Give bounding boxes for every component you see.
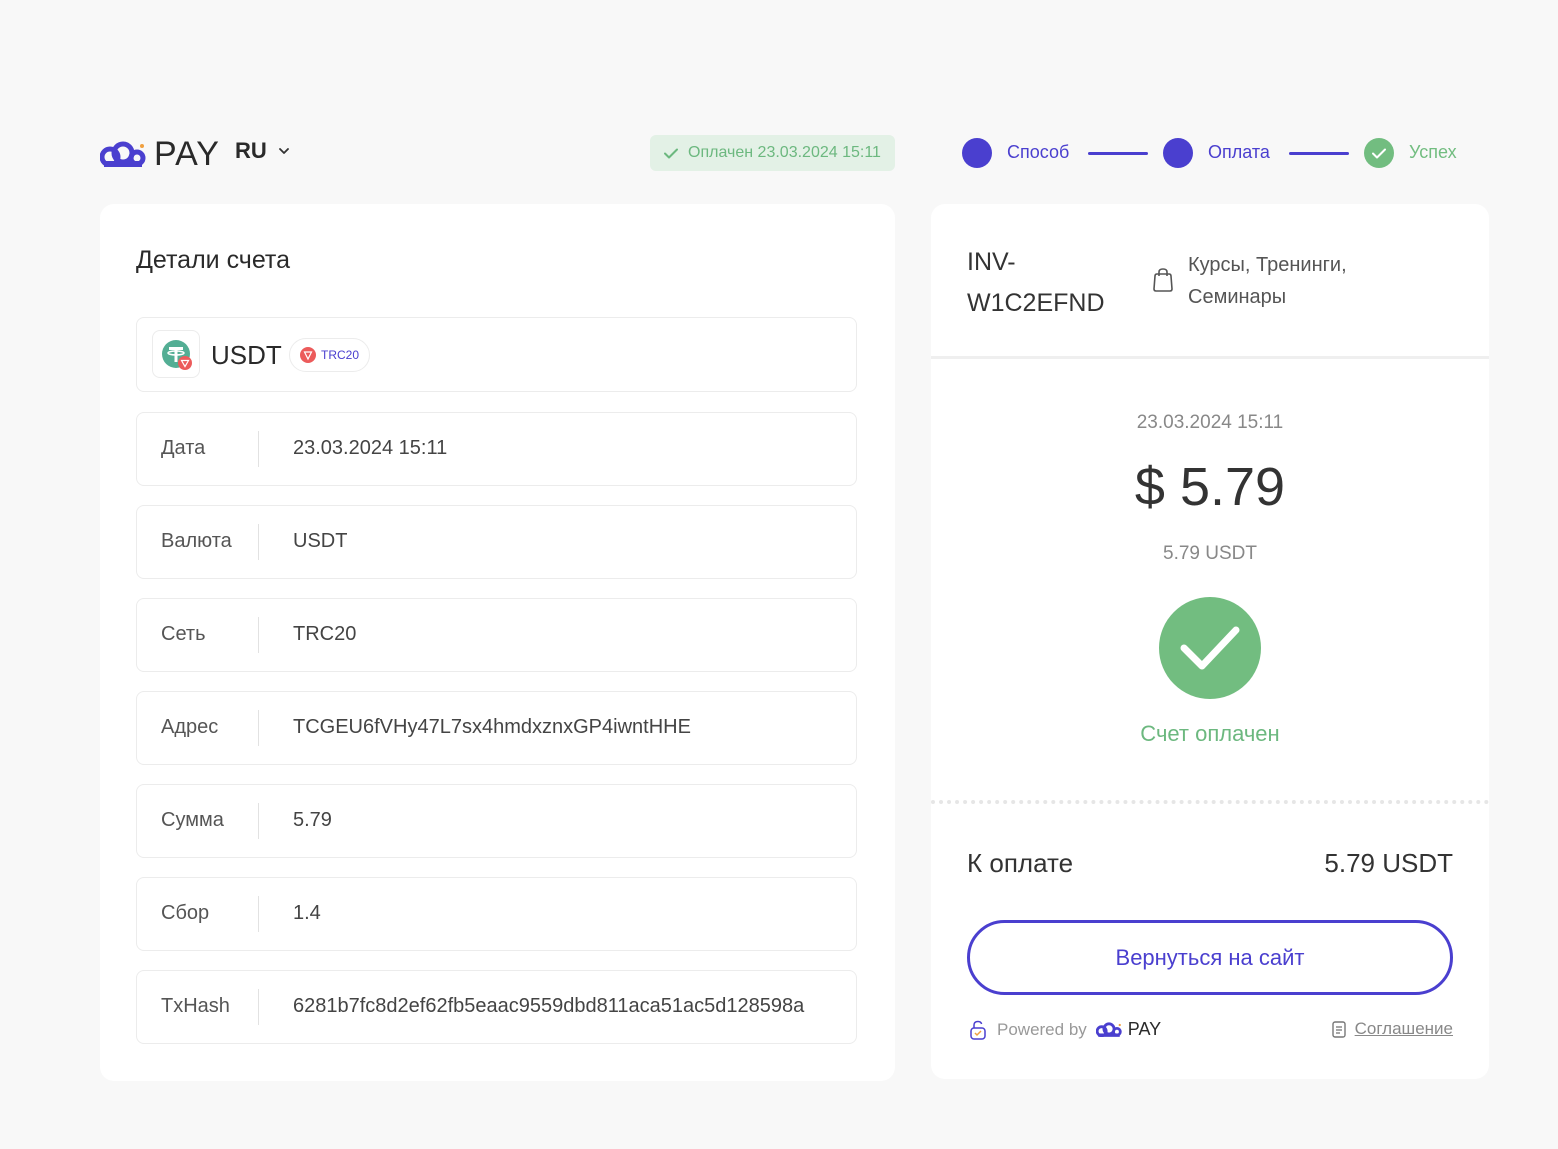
divider <box>258 803 259 839</box>
success-check-icon <box>1159 597 1261 699</box>
divider <box>931 356 1489 359</box>
powered-by-text: Powered by <box>997 1019 1087 1039</box>
step-connector <box>1289 152 1349 155</box>
detail-label: Сбор <box>161 902 210 924</box>
check-icon <box>664 148 679 158</box>
document-icon <box>1331 1020 1346 1038</box>
brand-name: PAY <box>154 134 220 173</box>
agreement-link[interactable]: Соглашение <box>1331 1019 1453 1039</box>
step-dot-method <box>962 138 992 168</box>
details-title: Детали счета <box>136 246 290 274</box>
language-code: RU <box>235 138 267 163</box>
detail-value: 5.79 <box>293 809 332 831</box>
check-icon <box>1372 148 1386 158</box>
shopping-bag-icon <box>1153 268 1173 292</box>
divider <box>258 989 259 1025</box>
amount-due-label: К оплате <box>967 848 1074 878</box>
detail-value[interactable]: 6281b7fc8d2ef62fb5eaac9559dbd811aca51ac5… <box>293 995 804 1018</box>
paid-status-badge: Оплачен 23.03.2024 15:11 <box>650 135 895 171</box>
progress-stepper: Способ Оплата Успех <box>962 138 1482 168</box>
step-dot-payment <box>1163 138 1193 168</box>
paid-status-text: Оплачен 23.03.2024 15:11 <box>688 144 881 161</box>
tron-icon <box>300 347 316 363</box>
payment-amount: $ 5.79 <box>1134 457 1286 517</box>
detail-row-network: Сеть TRC20 <box>136 598 857 672</box>
detail-row-amount: Сумма 5.79 <box>136 784 857 858</box>
detail-label: Адрес <box>161 716 219 738</box>
payment-amount-crypto: 5.79 USDT <box>1163 543 1257 564</box>
divider <box>258 896 259 932</box>
divider <box>258 431 259 467</box>
cloud-logo-icon <box>100 141 146 167</box>
invoice-details-card: Детали счета USDT TRC20 Дата 23.03.2024 … <box>100 204 895 1081</box>
detail-row-address: Адрес TCGEU6fVHy47L7sx4hmdxznxGP4iwntHHE <box>136 691 857 765</box>
detail-label: Сеть <box>161 623 206 645</box>
detail-value: USDT <box>293 530 348 552</box>
divider <box>258 524 259 560</box>
step-label-success: Успех <box>1409 142 1457 162</box>
detail-value[interactable]: TCGEU6fVHy47L7sx4hmdxznxGP4iwntHHE <box>293 716 691 739</box>
step-connector <box>1088 152 1148 155</box>
step-label-method: Способ <box>1007 142 1070 162</box>
payment-summary-card: INV-W1C2EFND Курсы, Тренинги, Семинары 2… <box>931 204 1489 1079</box>
chevron-down-icon <box>278 147 289 154</box>
detail-label: Валюта <box>161 530 232 552</box>
invoice-id: INV-W1C2EFND <box>967 248 1105 317</box>
cloud-logo-icon <box>1095 1022 1122 1037</box>
agreement-link-text[interactable]: Соглашение <box>1355 1019 1453 1039</box>
currency-summary: USDT TRC20 <box>136 317 857 392</box>
detail-label: Дата <box>161 437 206 459</box>
usdt-coin-icon <box>152 330 200 378</box>
language-selector[interactable]: RU <box>235 138 289 164</box>
step-dot-success <box>1364 138 1394 168</box>
secure-lock-icon <box>970 1020 986 1040</box>
dotted-divider <box>931 800 1489 804</box>
detail-row-currency: Валюта USDT <box>136 505 857 579</box>
divider <box>258 710 259 746</box>
powered-by: Powered by PAY <box>969 1019 1161 1040</box>
brand-logo[interactable]: PAY <box>100 134 220 174</box>
detail-value: 1.4 <box>293 902 321 924</box>
detail-label: TxHash <box>161 995 230 1017</box>
detail-row-txhash: TxHash 6281b7fc8d2ef62fb5eaac9559dbd811a… <box>136 970 857 1044</box>
network-badge: TRC20 <box>289 338 371 372</box>
powered-by-brand: PAY <box>1127 1019 1162 1039</box>
step-label-payment: Оплата <box>1208 142 1270 162</box>
detail-value: 23.03.2024 15:11 <box>293 437 448 459</box>
amount-due-value: 5.79 USDT <box>1324 848 1453 878</box>
detail-row-fee: Сбор 1.4 <box>136 877 857 951</box>
invoice-category: Курсы, Тренинги, Семинары <box>1188 254 1347 308</box>
payment-date: 23.03.2024 15:11 <box>1136 412 1284 433</box>
coin-name: USDT <box>211 340 282 370</box>
detail-row-date: Дата 23.03.2024 15:11 <box>136 412 857 486</box>
payment-status-text: Счет оплачен <box>1140 721 1280 746</box>
network-badge-text: TRC20 <box>321 348 360 362</box>
divider <box>258 617 259 653</box>
detail-value: TRC20 <box>293 623 357 645</box>
return-to-site-button[interactable]: Вернуться на сайт <box>967 920 1453 995</box>
detail-label: Сумма <box>161 809 224 831</box>
